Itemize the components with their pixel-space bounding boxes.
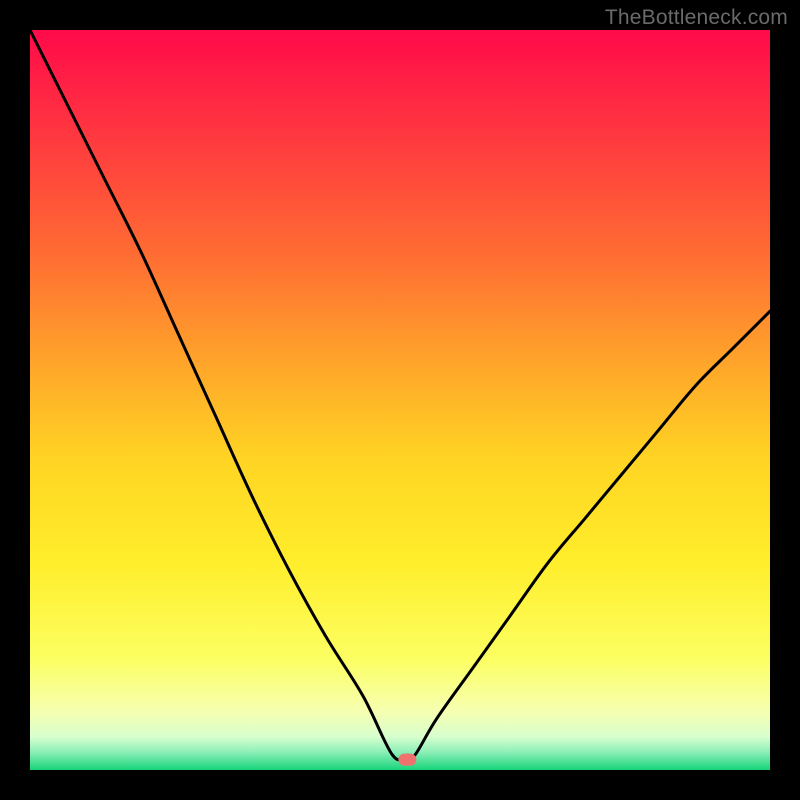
chart-frame: TheBottleneck.com [0,0,800,800]
chart-svg [30,30,770,770]
attribution-label: TheBottleneck.com [605,6,788,30]
gradient-background [30,30,770,770]
plot-area [30,30,770,770]
optimum-marker [398,754,416,766]
